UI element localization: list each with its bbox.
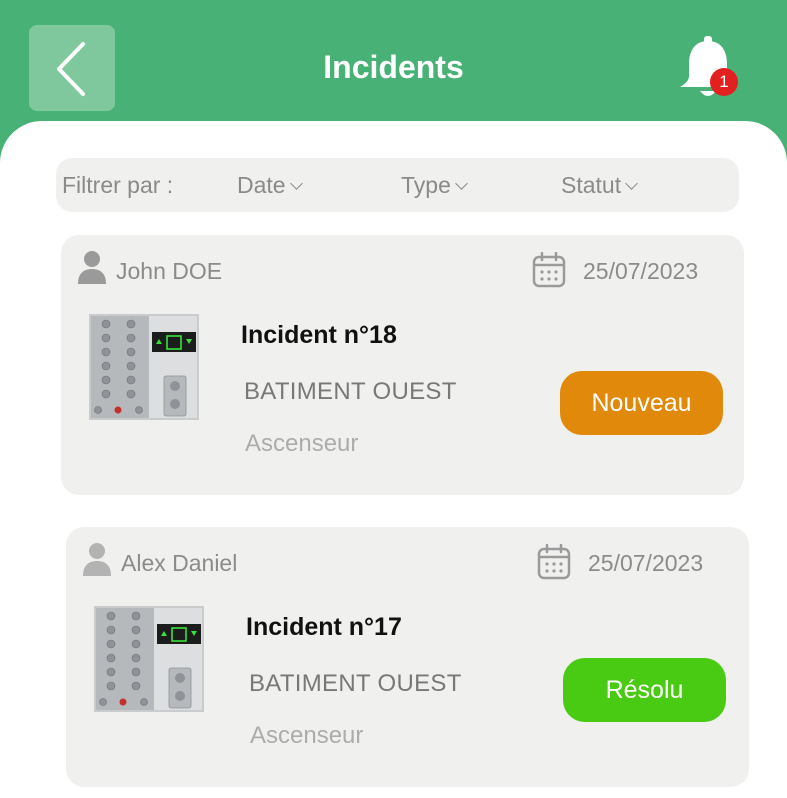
incident-date: 25/07/2023 — [588, 550, 704, 576]
status-badge[interactable]: Résolu — [563, 658, 726, 722]
notification-badge: 1 — [710, 68, 738, 96]
filter-status[interactable]: Statut — [561, 172, 638, 199]
filter-date-label: Date — [237, 172, 286, 198]
calendar-icon — [532, 252, 566, 288]
filter-date[interactable]: Date — [237, 172, 303, 199]
header: Incidents 1 — [0, 0, 787, 140]
incident-type: Ascenseur — [250, 722, 364, 749]
user-icon — [78, 251, 106, 284]
incident-title: Incident n°17 — [246, 613, 402, 641]
incident-building: BATIMENT OUEST — [249, 670, 462, 697]
reporter-name: Alex Daniel — [121, 550, 238, 576]
incident-title: Incident n°18 — [241, 321, 397, 349]
filter-bar: Filtrer par : Date Type Statut — [56, 158, 739, 212]
status-badge[interactable]: Nouveau — [560, 371, 723, 435]
page-title: Incidents — [323, 49, 464, 85]
reporter-name: John DOE — [116, 258, 223, 284]
incident-card[interactable]: Alex Daniel 25/07/2023 Incident n°17 BAT… — [66, 527, 749, 787]
elevator-panel-image — [89, 314, 199, 420]
incident-type: Ascenseur — [245, 430, 359, 457]
chevron-down-icon — [455, 177, 468, 190]
filter-label: Filtrer par : — [62, 172, 174, 198]
filter-status-label: Statut — [561, 172, 622, 198]
incident-card[interactable]: John DOE 25/07/2023 Incident n°18 BATIME… — [61, 235, 744, 495]
filter-type-label: Type — [401, 172, 451, 198]
user-icon — [83, 543, 111, 576]
elevator-panel-image — [94, 606, 204, 712]
calendar-icon — [537, 544, 571, 580]
incident-date: 25/07/2023 — [583, 258, 699, 284]
filter-type[interactable]: Type — [401, 172, 468, 199]
chevron-down-icon — [625, 177, 638, 190]
chevron-down-icon — [289, 177, 303, 190]
incident-building: BATIMENT OUEST — [244, 378, 457, 405]
